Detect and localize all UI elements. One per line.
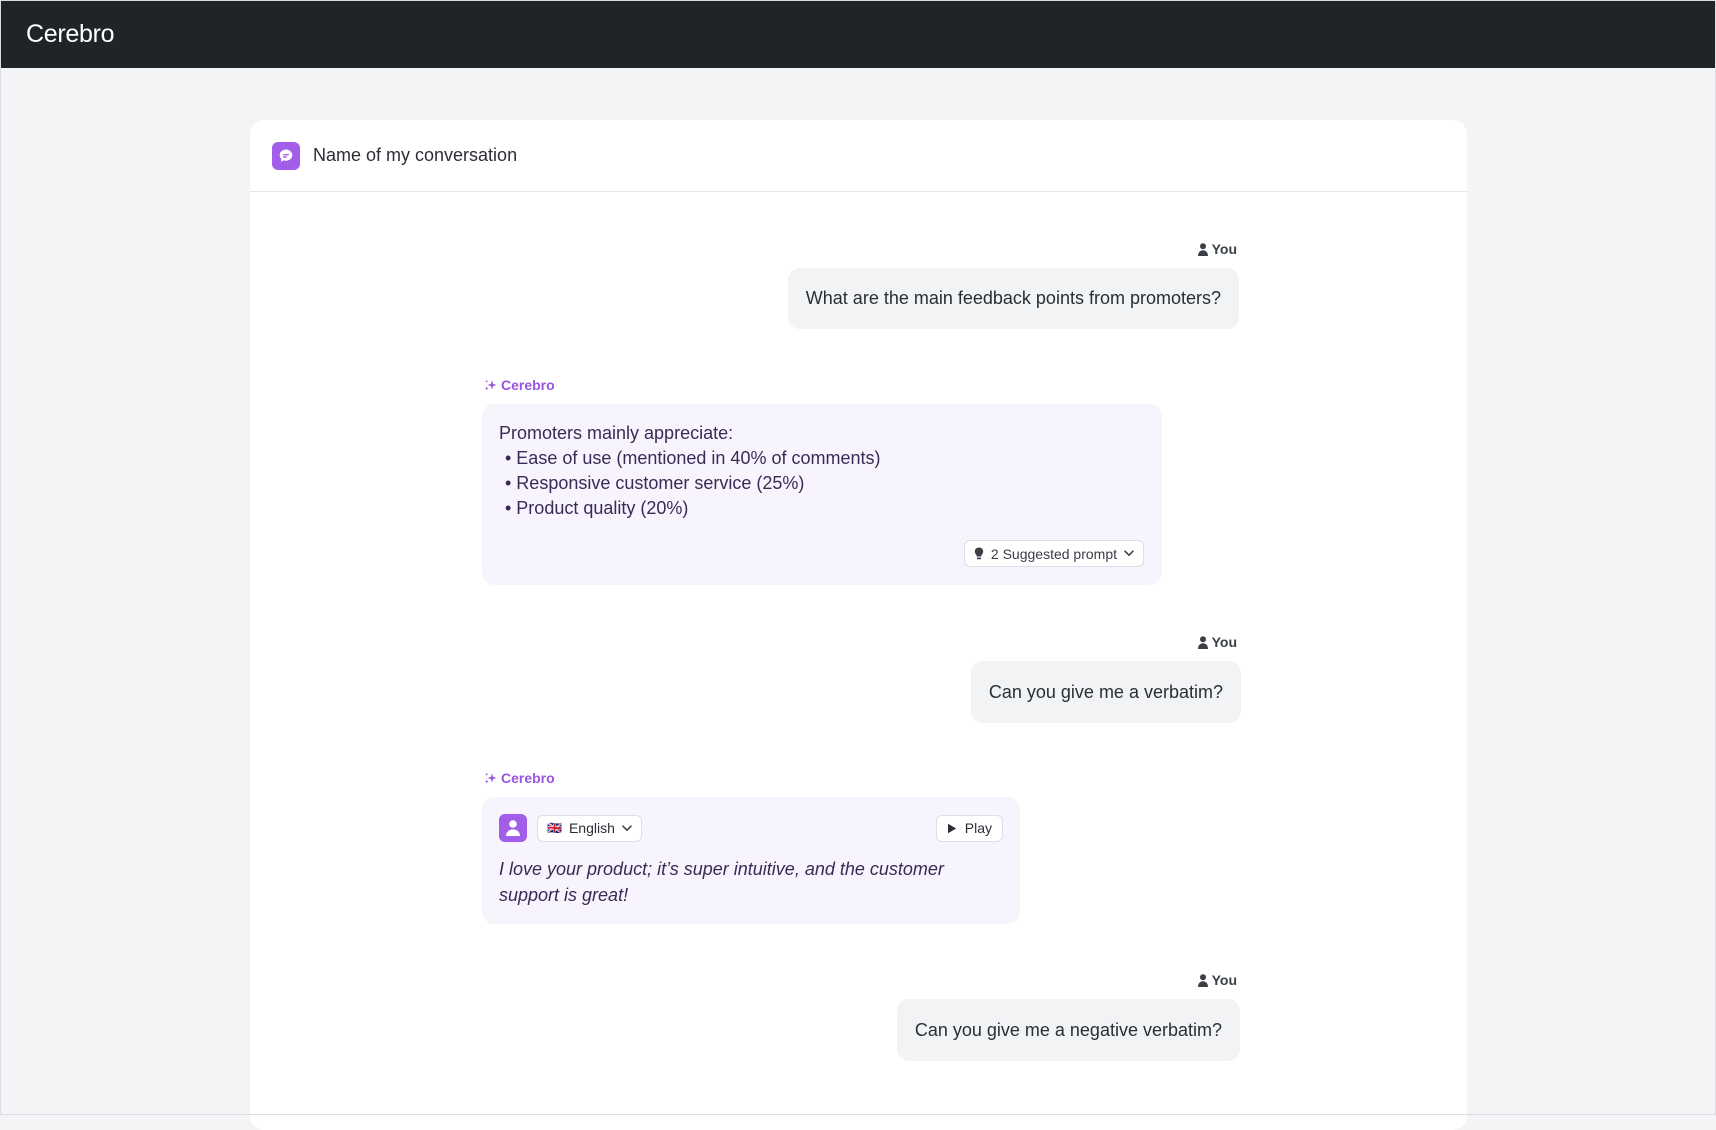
message-author-you: You xyxy=(1197,241,1237,257)
play-icon xyxy=(947,823,956,833)
suggested-prompts-label: 2 Suggested prompt xyxy=(990,545,1117,562)
play-button[interactable]: Play xyxy=(935,814,1003,842)
user-message-bubble: Can you give me a negative verbatim? xyxy=(896,999,1240,1061)
verbatim-quote: I love your product; it’s super intuitiv… xyxy=(499,859,944,905)
chevron-down-icon xyxy=(1124,550,1134,556)
response-intro: Promoters mainly appreciate: xyxy=(499,423,734,443)
author-label: Cerebro xyxy=(501,770,555,786)
conversation-title[interactable]: Name of my conversation xyxy=(313,145,517,166)
person-icon xyxy=(499,814,527,842)
app-brand[interactable]: Cerebro xyxy=(26,20,115,49)
response-bullet: • Responsive customer service (25%) xyxy=(505,473,805,493)
sparkle-icon xyxy=(484,379,497,390)
conversation-panel: Name of my conversation You What are the… xyxy=(250,120,1467,1130)
conversation-header: Name of my conversation xyxy=(250,120,1467,192)
author-label: You xyxy=(1211,634,1237,650)
language-select[interactable]: 🇬🇧 English xyxy=(537,814,642,842)
user-icon xyxy=(1197,973,1208,987)
message-text: What are the main feedback points from p… xyxy=(805,288,1221,308)
message-text: Can you give me a negative verbatim? xyxy=(914,1019,1222,1040)
sparkle-icon xyxy=(484,772,497,783)
chevron-down-icon xyxy=(622,824,632,831)
message-text: Can you give me a verbatim? xyxy=(988,681,1223,702)
response-bullet: • Product quality (20%) xyxy=(505,498,689,518)
play-label: Play xyxy=(964,820,992,836)
suggested-prompts-button[interactable]: 2 Suggested prompt xyxy=(963,540,1144,567)
author-label: You xyxy=(1211,972,1237,988)
author-label: Cerebro xyxy=(501,377,555,393)
user-message-bubble: Can you give me a verbatim? xyxy=(970,661,1241,723)
message-author-cerebro: Cerebro xyxy=(484,770,555,786)
author-label: You xyxy=(1211,241,1237,257)
user-message-bubble: What are the main feedback points from p… xyxy=(787,268,1239,329)
message-author-cerebro: Cerebro xyxy=(484,377,555,393)
message-author-you: You xyxy=(1197,634,1237,650)
response-bullet: • Ease of use (mentioned in 40% of comme… xyxy=(505,448,881,468)
message-author-you: You xyxy=(1197,972,1237,988)
bot-message-bubble: Promoters mainly appreciate: • Ease of u… xyxy=(482,404,1162,585)
verbatim-card: 🇬🇧 English Play I love your product; it’… xyxy=(482,797,1020,924)
chat-bubble-icon xyxy=(272,141,300,170)
language-label: English xyxy=(568,820,615,836)
top-bar: Cerebro xyxy=(0,0,1716,68)
user-icon xyxy=(1197,635,1208,649)
user-icon xyxy=(1197,242,1208,256)
flag-icon: 🇬🇧 xyxy=(547,821,562,835)
lightbulb-icon xyxy=(974,547,984,560)
